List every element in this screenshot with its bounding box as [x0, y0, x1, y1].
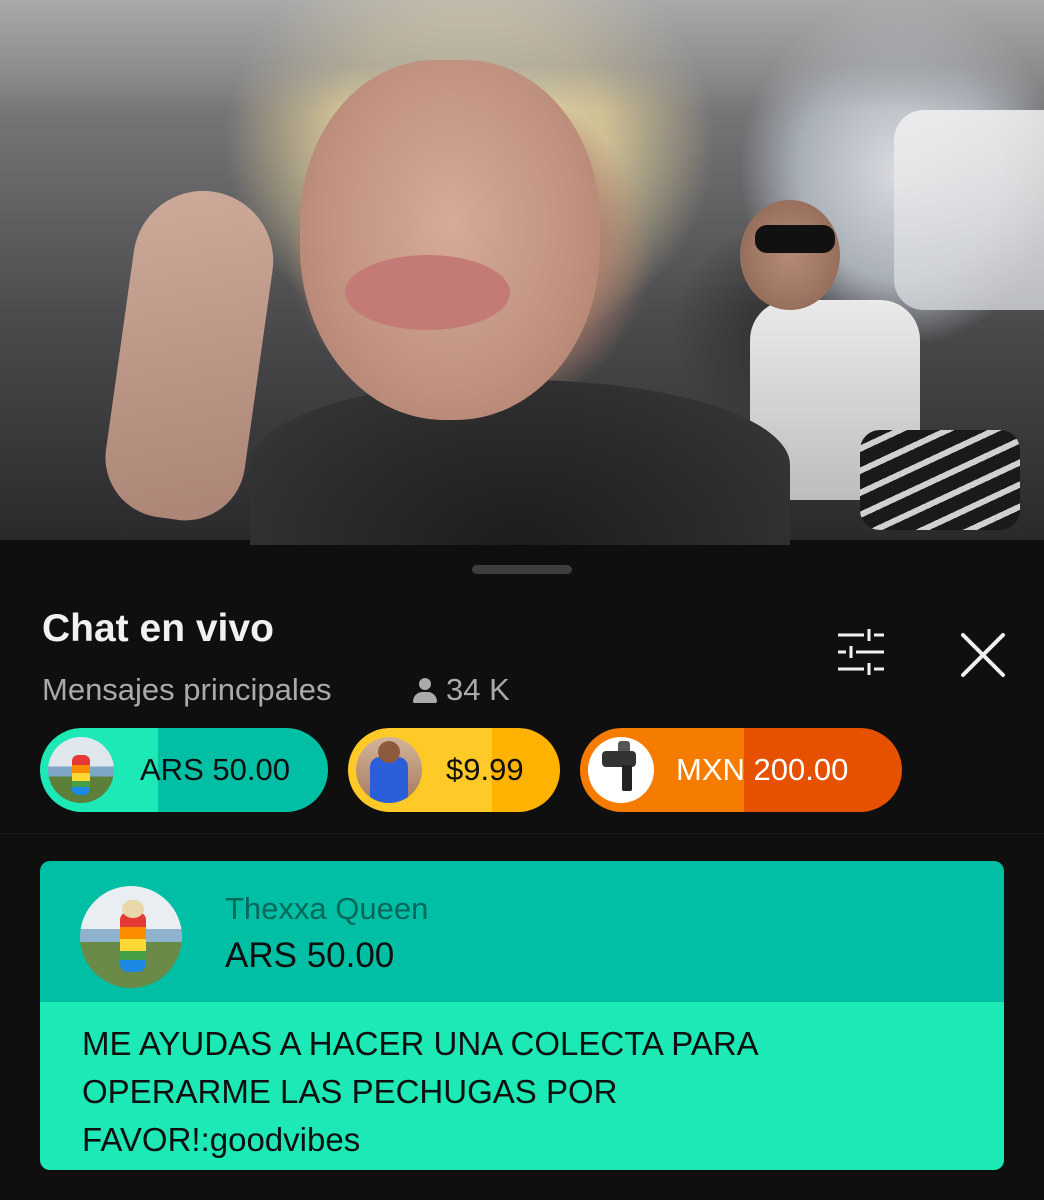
video-passenger-sunglasses — [755, 225, 835, 253]
live-video-player[interactable] — [0, 0, 1044, 550]
video-passenger-head — [740, 200, 840, 310]
video-passenger-pants — [860, 430, 1020, 530]
video-streamer-shoulders — [250, 380, 790, 550]
divider — [0, 833, 1044, 834]
close-icon — [961, 633, 1005, 677]
avatar — [356, 737, 422, 803]
avatar[interactable] — [80, 886, 182, 988]
close-button[interactable] — [955, 627, 1011, 683]
superchat-author[interactable]: Thexxa Queen — [225, 891, 428, 927]
ticker-chip-amount: MXN 200.00 — [676, 752, 849, 787]
ticker-chip-amount: ARS 50.00 — [140, 752, 290, 787]
superchat-amount: ARS 50.00 — [225, 936, 395, 975]
ticker-chip-amount: $9.99 — [446, 752, 524, 787]
filter-button[interactable] — [828, 627, 894, 677]
ticker-chip[interactable]: MXN 200.00 — [580, 728, 902, 812]
avatar — [48, 737, 114, 803]
person-icon — [412, 676, 438, 704]
drag-handle[interactable] — [472, 565, 572, 574]
viewer-count-value: 34 K — [446, 672, 510, 707]
chat-mode-selector[interactable]: Mensajes principales — [42, 672, 331, 708]
video-streamer-mouth — [345, 255, 510, 330]
video-car-window — [894, 110, 1044, 310]
superchat-message: ME AYUDAS A HACER UNA COLECTA PARA OPERA… — [82, 1025, 757, 1158]
superchat-header: Thexxa Queen ARS 50.00 — [40, 861, 1004, 1002]
superchat-card[interactable]: Thexxa Queen ARS 50.00 ME AYUDAS A HACER… — [40, 861, 1004, 1170]
live-chat-panel: Chat en vivo Mensajes principales 34 K A… — [0, 545, 1044, 1200]
ticker-chip[interactable]: $9.99 — [348, 728, 560, 812]
viewer-count: 34 K — [412, 672, 510, 708]
video-streamer-face — [300, 60, 600, 420]
filter-sliders-icon — [838, 629, 884, 675]
avatar — [588, 737, 654, 803]
superchat-body: ME AYUDAS A HACER UNA COLECTA PARA OPERA… — [40, 1002, 1004, 1170]
ticker-chip[interactable]: ARS 50.00 — [40, 728, 328, 812]
chat-title: Chat en vivo — [42, 607, 274, 650]
